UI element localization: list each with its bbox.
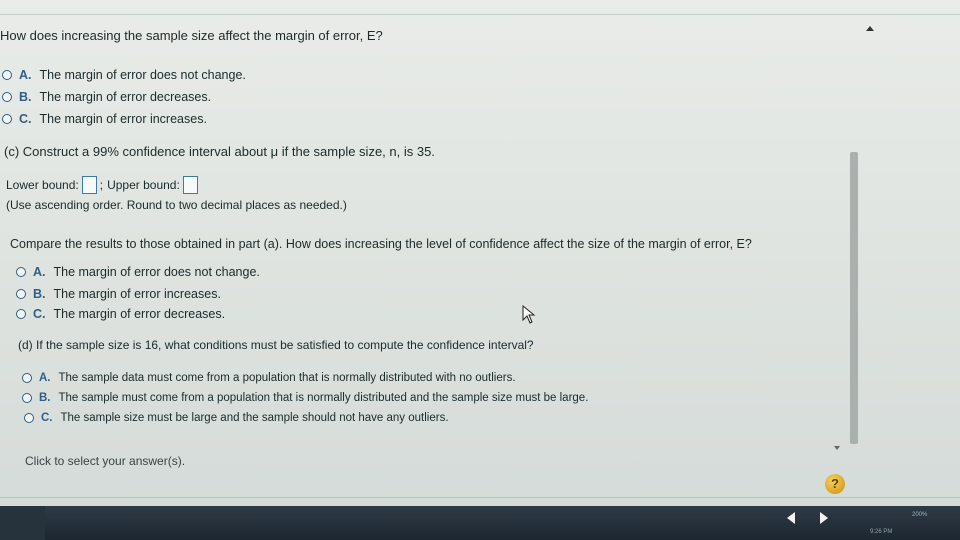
next-arrow-icon[interactable] — [820, 512, 828, 524]
compare-question: Compare the results to those obtained in… — [10, 237, 752, 251]
upper-bound-label: Upper bound: — [107, 178, 180, 192]
part-b-option-a[interactable]: A. The margin of error does not change. — [2, 68, 246, 82]
radio-button[interactable] — [2, 114, 12, 124]
question-part-b: How does increasing the sample size affe… — [0, 28, 383, 43]
radio-button[interactable] — [16, 289, 26, 299]
option-letter: A. — [33, 265, 46, 279]
radio-button[interactable] — [16, 267, 26, 277]
lower-bound-label: Lower bound: — [6, 178, 79, 192]
option-text: The margin of error does not change. — [53, 265, 260, 279]
top-divider — [0, 14, 960, 15]
option-letter: A. — [39, 372, 51, 384]
lower-bound-input[interactable] — [81, 176, 97, 194]
option-text: The margin of error decreases. — [53, 307, 226, 321]
part-d-option-b[interactable]: B. The sample must come from a populatio… — [22, 392, 588, 404]
option-text: The sample must come from a population t… — [58, 392, 589, 404]
radio-button[interactable] — [2, 70, 12, 80]
option-text: The margin of error does not change. — [39, 68, 246, 82]
option-text: The sample size must be large and the sa… — [60, 412, 449, 424]
option-letter: B. — [33, 287, 46, 301]
scrollbar-thumb[interactable] — [850, 152, 858, 444]
option-text: The margin of error increases. — [53, 287, 221, 301]
scroll-up-arrow-icon[interactable] — [866, 26, 874, 31]
previous-arrow-icon[interactable] — [787, 512, 795, 524]
radio-button[interactable] — [16, 309, 26, 319]
taskbar-clock: 9:26 PM — [870, 529, 893, 535]
part-d-option-c[interactable]: C. The sample size must be large and the… — [24, 412, 449, 424]
part-b-option-c[interactable]: C. The margin of error increases. — [2, 112, 207, 126]
option-letter: A. — [19, 68, 32, 82]
option-text: The margin of error increases. — [39, 112, 207, 126]
bottom-navigation-bar — [0, 506, 960, 540]
question-part-d: (d) If the sample size is 16, what condi… — [18, 338, 534, 352]
mouse-cursor-icon — [522, 305, 536, 324]
option-text: The margin of error decreases. — [39, 90, 212, 104]
taskbar-start-area — [0, 506, 45, 540]
question-part-c: (c) Construct a 99% confidence interval … — [4, 144, 435, 159]
radio-button[interactable] — [2, 92, 12, 102]
scroll-down-arrow-icon[interactable] — [834, 446, 840, 450]
rounding-instruction: (Use ascending order. Round to two decim… — [6, 198, 347, 212]
footer-divider — [0, 497, 960, 498]
part-c-option-b[interactable]: B. The margin of error increases. — [16, 287, 221, 301]
help-button[interactable]: ? — [825, 474, 845, 494]
option-letter: C. — [33, 307, 46, 321]
upper-bound-input[interactable] — [182, 176, 198, 194]
radio-button[interactable] — [22, 393, 32, 403]
bound-separator: ; — [99, 178, 104, 192]
option-letter: C. — [41, 412, 53, 424]
option-text: The sample data must come from a populat… — [58, 372, 516, 384]
zoom-level: 200% — [912, 512, 928, 518]
select-answer-hint: Click to select your answer(s). — [25, 454, 186, 468]
option-letter: B. — [19, 90, 32, 104]
radio-button[interactable] — [22, 373, 32, 383]
radio-button[interactable] — [24, 413, 34, 423]
option-letter: B. — [39, 392, 51, 404]
part-c-option-a[interactable]: A. The margin of error does not change. — [16, 265, 260, 279]
interval-inputs-row: Lower bound: ; Upper bound: — [6, 176, 201, 194]
part-c-option-c[interactable]: C. The margin of error decreases. — [16, 307, 225, 321]
part-b-option-b[interactable]: B. The margin of error decreases. — [2, 90, 211, 104]
option-letter: C. — [19, 112, 32, 126]
part-d-option-a[interactable]: A. The sample data must come from a popu… — [22, 372, 516, 384]
